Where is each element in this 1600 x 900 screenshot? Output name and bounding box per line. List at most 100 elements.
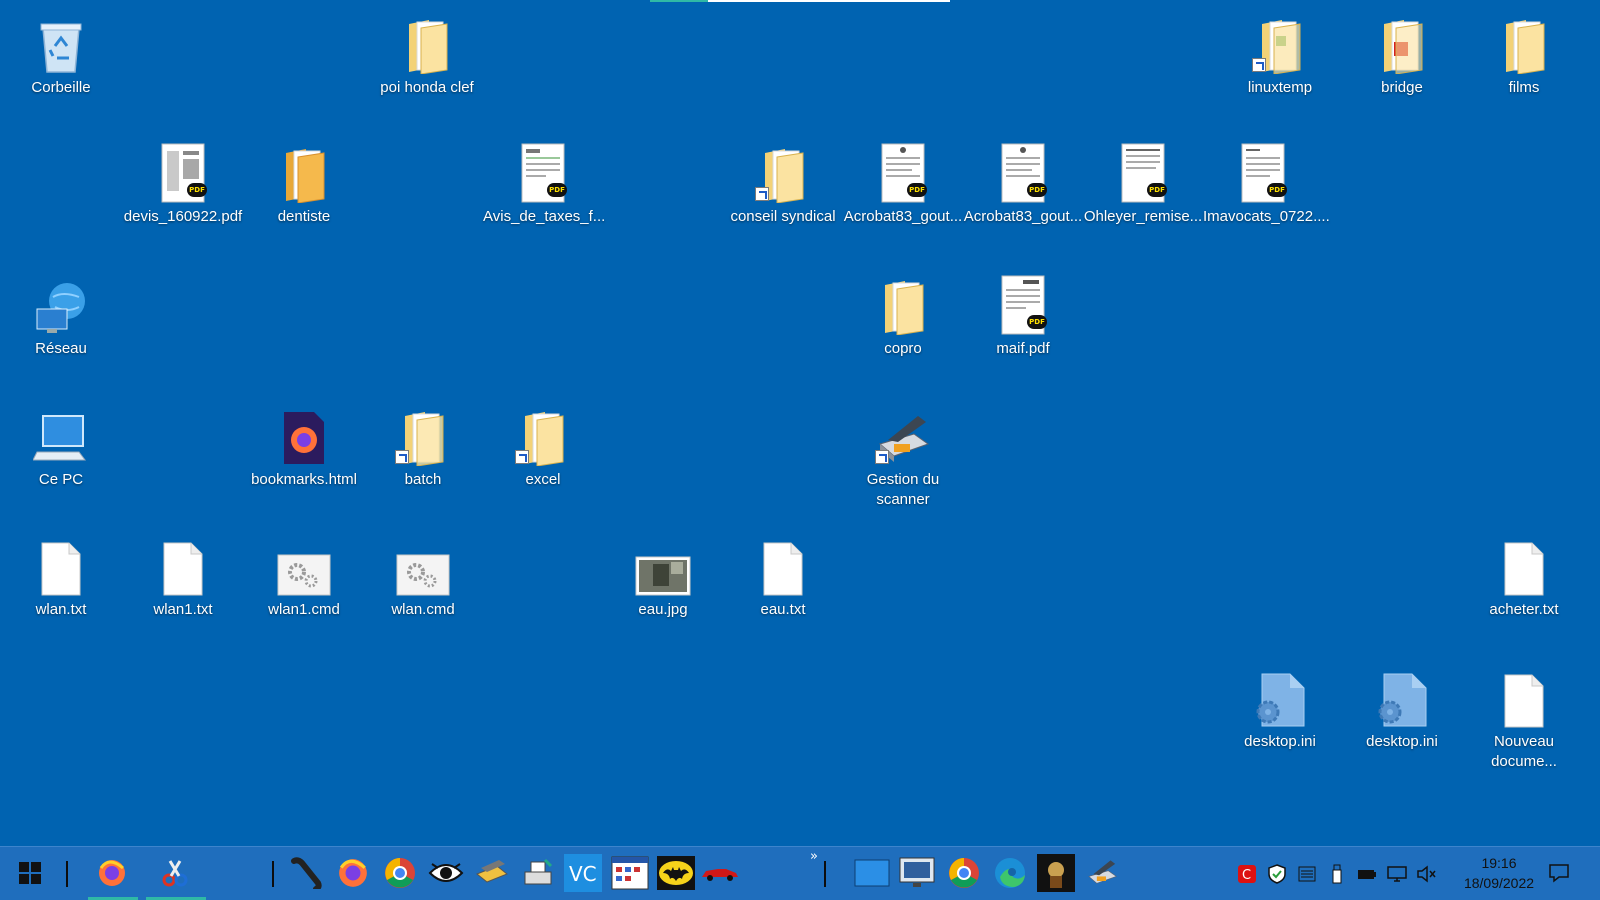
window-edge-strip [650,0,950,2]
recycle-bin-icon [29,10,93,74]
taskbar-clock[interactable]: 19:16 18/09/2022 [1454,853,1544,893]
desktop-window-icon [854,859,890,887]
notifications-icon [1549,864,1569,883]
pdf-file-icon: PDF [991,139,1055,203]
desktop-icon-excel[interactable]: excel [483,402,603,490]
taskbar-print-app[interactable] [518,853,558,893]
taskbar-desktop-window[interactable] [852,853,892,893]
red-car-icon [702,869,738,881]
scanner-icon [1088,860,1117,884]
network-icon [29,271,93,335]
desktop-icon-wlan-cmd[interactable]: wlan.cmd [363,532,483,620]
taskbar-phone-app[interactable] [286,853,326,893]
desktop-icon-batch[interactable]: batch [363,402,483,490]
monitor-app-icon [899,857,935,887]
folder-shortcut-icon [751,139,815,203]
start-button[interactable] [10,853,50,893]
taskbar-chrome-2[interactable] [944,853,984,893]
text-file-icon [1492,532,1556,596]
taskbar-batman-app[interactable] [656,853,696,893]
chrome-icon [385,858,415,888]
battery-icon[interactable] [1356,863,1378,885]
volume-muted-icon[interactable] [1416,863,1438,885]
taskbar-scanner[interactable] [1082,853,1122,893]
antivirus-icon[interactable]: C [1236,863,1258,885]
desktop-icon-bridge[interactable]: bridge [1342,10,1462,98]
eye-icon [428,863,464,882]
svg-text:VC: VC [569,862,597,886]
text-file-icon [29,532,93,596]
pdf-file-icon: PDF [1231,139,1295,203]
desktop-icon-linuxtemp[interactable]: linuxtemp [1220,10,1340,98]
folder-shortcut-icon [1248,10,1312,74]
folder-shortcut-icon [391,402,455,466]
desktop-icon-bookmarks[interactable]: bookmarks.html [244,402,364,490]
desktop-icon-desktop-ini-2[interactable]: desktop.ini [1342,664,1462,752]
taskbar-eye-app[interactable] [426,853,466,893]
pdf-file-icon: PDF [151,139,215,203]
settings-file-icon [1248,664,1312,728]
taskbar: VC » C 19:16 18/09/2022 [0,846,1600,900]
network-status-icon[interactable] [1386,863,1408,885]
settings-panel-icon[interactable] [1296,863,1318,885]
taskbar-calendar-app[interactable] [610,853,650,893]
taskbar-firefox[interactable] [333,853,373,893]
desktop-icon-wlan1-txt[interactable]: wlan1.txt [123,532,243,620]
desktop-icon-ohleyer[interactable]: PDF Ohleyer_remise... [1083,139,1203,227]
settings-file-icon [1370,664,1434,728]
notifications-button[interactable] [1539,853,1579,893]
pdf-file-icon: PDF [1111,139,1175,203]
desktop-icon-wlan1-cmd[interactable]: wlan1.cmd [244,532,364,620]
desktop-icon-acrobat-2[interactable]: PDF Acrobat83_gout... [963,139,1083,227]
batman-icon [657,856,695,890]
taskbar-dark-app[interactable] [1036,853,1076,893]
overflow-chevron[interactable]: » [810,849,818,864]
computer-icon [29,402,93,466]
phone-handset-icon [291,857,322,889]
desktop-icon-gestion-du-scanner[interactable]: Gestion du scanner [843,402,963,510]
desktop-icon-reseau[interactable]: Réseau [1,271,121,359]
taskbar-separator [66,861,68,887]
desktop-icon-wlan-txt[interactable]: wlan.txt [1,532,121,620]
taskbar-chrome[interactable] [380,853,420,893]
usb-icon[interactable] [1326,863,1348,885]
desktop-icon-nouveau-document[interactable]: Nouveau docume... [1464,664,1584,772]
taskbar-snipping-tool[interactable] [155,853,195,893]
firefox-icon [99,860,125,886]
desktop-icon-poi-honda-clef[interactable]: poi honda clef [367,10,487,98]
desktop-icon-eau-txt[interactable]: eau.txt [723,532,843,620]
calendar-app-icon [611,856,649,890]
taskbar-monitor-app[interactable] [897,853,937,893]
taskbar-scanner-app[interactable] [472,853,512,893]
edge-icon [995,858,1025,888]
folder-icon [272,139,336,203]
desktop-icon-films[interactable]: films [1464,10,1584,98]
taskbar-edge[interactable] [990,853,1030,893]
desktop-icon-desktop-ini-1[interactable]: desktop.ini [1220,664,1340,752]
taskbar-car-app[interactable] [700,853,740,893]
desktop-icon-devis[interactable]: PDF devis_160922.pdf [123,139,243,227]
desktop[interactable]: Corbeille poi honda clef linuxtemp bridg… [0,0,1600,846]
desktop-icon-eau-jpg[interactable]: eau.jpg [603,532,723,620]
pdf-file-icon: PDF [991,271,1055,335]
desktop-icon-ce-pc[interactable]: Ce PC [1,402,121,490]
taskbar-separator [824,861,826,887]
svg-text:C: C [1242,868,1251,883]
clock-time: 19:16 [1481,855,1517,871]
desktop-icon-acrobat-1[interactable]: PDF Acrobat83_gout... [843,139,963,227]
desktop-icon-maif[interactable]: PDF maif.pdf [963,271,1083,359]
vc-app-icon: VC [564,854,602,892]
firefox-html-icon [272,402,336,466]
desktop-icon-dentiste[interactable]: dentiste [244,139,364,227]
desktop-icon-imavocats[interactable]: PDF Imavocats_0722.... [1203,139,1330,227]
pdf-file-icon: PDF [871,139,935,203]
firefox-icon [339,859,367,887]
desktop-icon-conseil-syndical[interactable]: conseil syndical [723,139,843,227]
taskbar-firefox-running[interactable] [92,853,132,893]
security-shield-icon[interactable] [1266,863,1288,885]
taskbar-vc-app[interactable]: VC [563,853,603,893]
desktop-icon-copro[interactable]: copro [843,271,963,359]
desktop-icon-avis[interactable]: PDF Avis_de_taxes_f... [483,139,605,227]
desktop-icon-corbeille[interactable]: Corbeille [1,10,121,98]
desktop-icon-acheter[interactable]: acheter.txt [1464,532,1584,620]
